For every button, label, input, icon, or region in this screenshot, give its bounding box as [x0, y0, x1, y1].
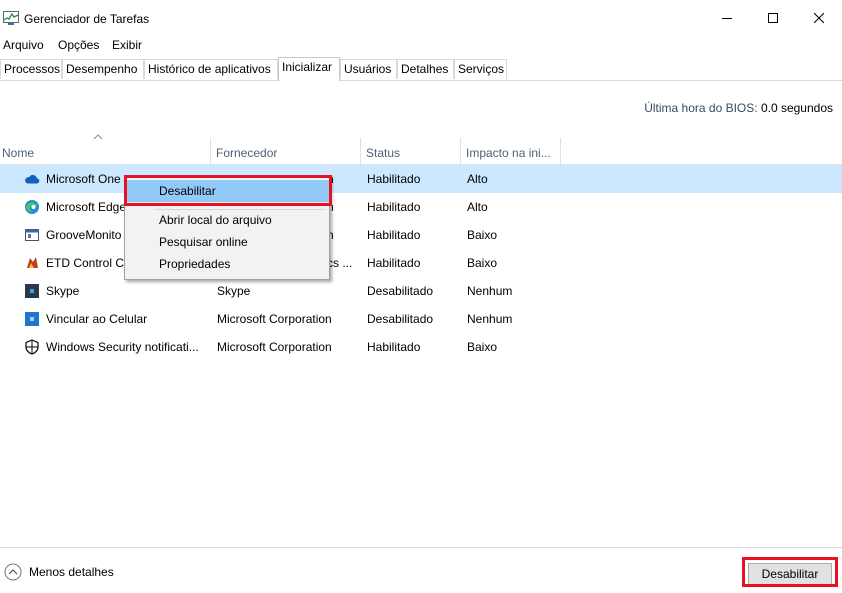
window-title: Gerenciador de Tarefas: [24, 12, 150, 26]
column-header-status[interactable]: Status: [361, 138, 460, 164]
row-status: Desabilitado: [367, 312, 434, 326]
row-status: Habilitado: [367, 172, 421, 186]
row-name: Microsoft One: [46, 172, 121, 186]
table-row[interactable]: Windows Security notificati... Microsoft…: [0, 333, 842, 361]
menu-opcoes[interactable]: Opções: [58, 38, 99, 52]
row-name: Skype: [46, 284, 80, 298]
column-header-impacto[interactable]: Impacto na ini...: [461, 138, 560, 164]
tab-historico[interactable]: Histórico de aplicativos: [144, 59, 278, 79]
table-row[interactable]: Vincular ao Celular Microsoft Corporatio…: [0, 305, 842, 333]
row-impact: Nenhum: [467, 284, 513, 298]
footer: Menos detalhes Desabilitar: [0, 548, 842, 593]
skype-icon: [25, 284, 39, 298]
row-status: Habilitado: [367, 228, 421, 242]
row-impact: Baixo: [467, 256, 498, 270]
row-impact: Alto: [467, 172, 488, 186]
row-status: Habilitado: [367, 200, 421, 214]
row-name: ETD Control Ce: [46, 256, 124, 270]
column-header-nome[interactable]: Nome: [0, 138, 210, 164]
row-vendor: Microsoft Corporation: [217, 312, 332, 326]
table-row[interactable]: Skype Skype Desabilitado Nenhum: [0, 277, 842, 305]
row-name: Microsoft Edge: [46, 200, 124, 214]
task-manager-icon: [3, 11, 19, 25]
tab-desempenho[interactable]: Desempenho: [62, 59, 144, 79]
row-name: GrooveMonito: [46, 228, 122, 242]
context-menu-disable[interactable]: Desabilitar: [125, 180, 329, 202]
bios-value: 0.0 segundos: [760, 101, 833, 115]
minimize-icon: [722, 18, 732, 19]
tab-strip: Processos Desempenho Histórico de aplica…: [0, 57, 842, 81]
row-name: Windows Security notificati...: [46, 340, 199, 354]
tab-usuarios[interactable]: Usuários: [340, 59, 397, 79]
row-status: Desabilitado: [367, 284, 434, 298]
etd-icon: [27, 257, 38, 268]
row-vendor: Microsoft Corporation: [217, 340, 332, 354]
context-menu-search-online[interactable]: Pesquisar online: [125, 231, 329, 253]
onedrive-icon: [25, 174, 40, 184]
row-status: Habilitado: [367, 340, 421, 354]
tab-processos[interactable]: Processos: [0, 59, 62, 79]
menu-exibir[interactable]: Exibir: [112, 38, 142, 52]
tab-servicos[interactable]: Serviços: [454, 59, 507, 79]
row-impact: Baixo: [467, 340, 498, 354]
disable-button[interactable]: Desabilitar: [748, 563, 832, 585]
maximize-button[interactable]: [750, 0, 796, 36]
groove-icon: [25, 229, 39, 241]
row-vendor: cs ...: [327, 256, 353, 270]
phone-link-icon: [25, 312, 39, 326]
minimize-button[interactable]: [704, 0, 750, 36]
context-menu: Desabilitar Abrir local do arquivo Pesqu…: [124, 176, 330, 280]
less-details-link[interactable]: Menos detalhes: [29, 565, 114, 579]
title-bar: Gerenciador de Tarefas: [0, 0, 842, 36]
row-name: Vincular ao Celular: [46, 312, 148, 326]
close-button[interactable]: [796, 0, 842, 36]
row-impact: Baixo: [467, 228, 498, 242]
menu-bar: Arquivo Opções Exibir: [0, 36, 842, 56]
chevron-up-circle-icon[interactable]: [4, 563, 22, 581]
maximize-icon: [768, 13, 778, 23]
row-impact: Nenhum: [467, 312, 513, 326]
bios-time: Última hora do BIOS: 0.0 segundos: [644, 101, 833, 115]
edge-icon: [25, 200, 39, 214]
shield-icon: [25, 339, 39, 355]
row-vendor: Skype: [217, 284, 251, 298]
bios-label: Última hora do BIOS:: [644, 101, 758, 115]
close-icon: [814, 13, 824, 23]
tab-inicializar[interactable]: Inicializar: [278, 57, 340, 81]
context-menu-properties[interactable]: Propriedades: [125, 253, 329, 275]
column-divider[interactable]: [560, 138, 561, 164]
row-status: Habilitado: [367, 256, 421, 270]
row-impact: Alto: [467, 200, 488, 214]
context-menu-open-file-location[interactable]: Abrir local do arquivo: [125, 209, 329, 231]
column-header-fornecedor[interactable]: Fornecedor: [211, 138, 360, 164]
tab-detalhes[interactable]: Detalhes: [397, 59, 454, 79]
menu-arquivo[interactable]: Arquivo: [3, 38, 44, 52]
